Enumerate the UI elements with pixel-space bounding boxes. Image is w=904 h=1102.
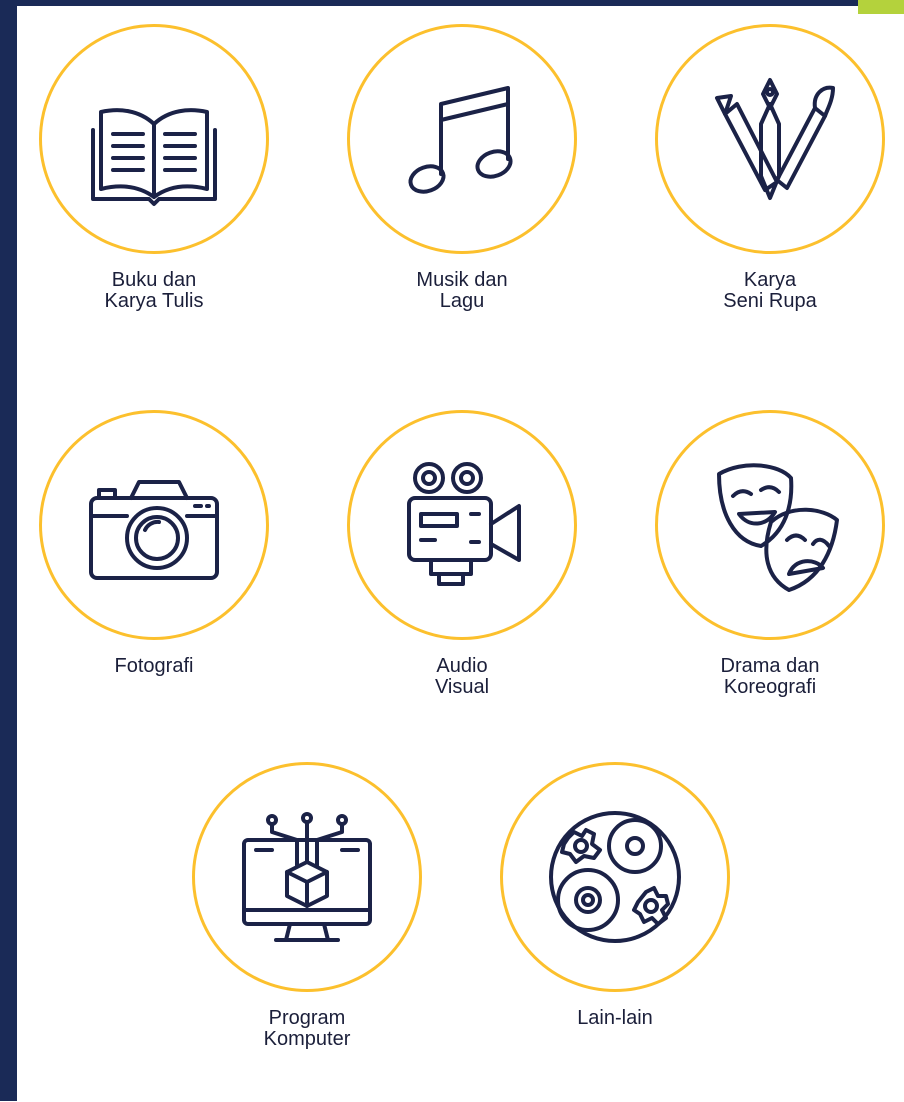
open-book-icon [91,108,217,206]
misc-disc-icon [549,811,681,943]
category-label: Musik dan Lagu [416,269,508,312]
category-books: Buku dan Karya Tulis [39,24,269,364]
computer-program-icon [242,812,372,942]
category-label: Audio Visual [434,655,490,698]
category-circle [655,410,885,640]
category-label: Buku dan Karya Tulis [104,269,204,312]
category-photography: Fotografi [39,410,269,750]
category-computer-program: Program Komputer [192,762,422,1102]
category-circle [347,24,577,254]
category-audio-visual: Audio Visual [347,410,577,750]
category-circle [500,762,730,992]
category-label: Lain-lain [577,1007,653,1029]
film-camera-icon [407,462,521,586]
category-label: Karya Seni Rupa [723,269,817,312]
left-navy-band [0,0,17,1101]
theater-masks-icon [717,463,839,592]
corner-accent [858,0,904,14]
category-label: Fotografi [114,655,194,677]
category-label: Drama dan Koreografi [720,655,820,698]
category-fine-art: Karya Seni Rupa [655,24,885,364]
music-note-icon [408,86,513,194]
category-circle [192,762,422,992]
top-navy-band [0,0,858,6]
category-music: Musik dan Lagu [347,24,577,364]
category-circle [39,24,269,254]
category-label: Program Komputer [263,1007,351,1050]
category-circle [39,410,269,640]
art-tools-icon [715,78,835,200]
category-circle [347,410,577,640]
category-others: Lain-lain [500,762,730,1102]
category-circle [655,24,885,254]
category-drama-choreography: Drama dan Koreografi [655,410,885,750]
camera-icon [89,480,219,580]
